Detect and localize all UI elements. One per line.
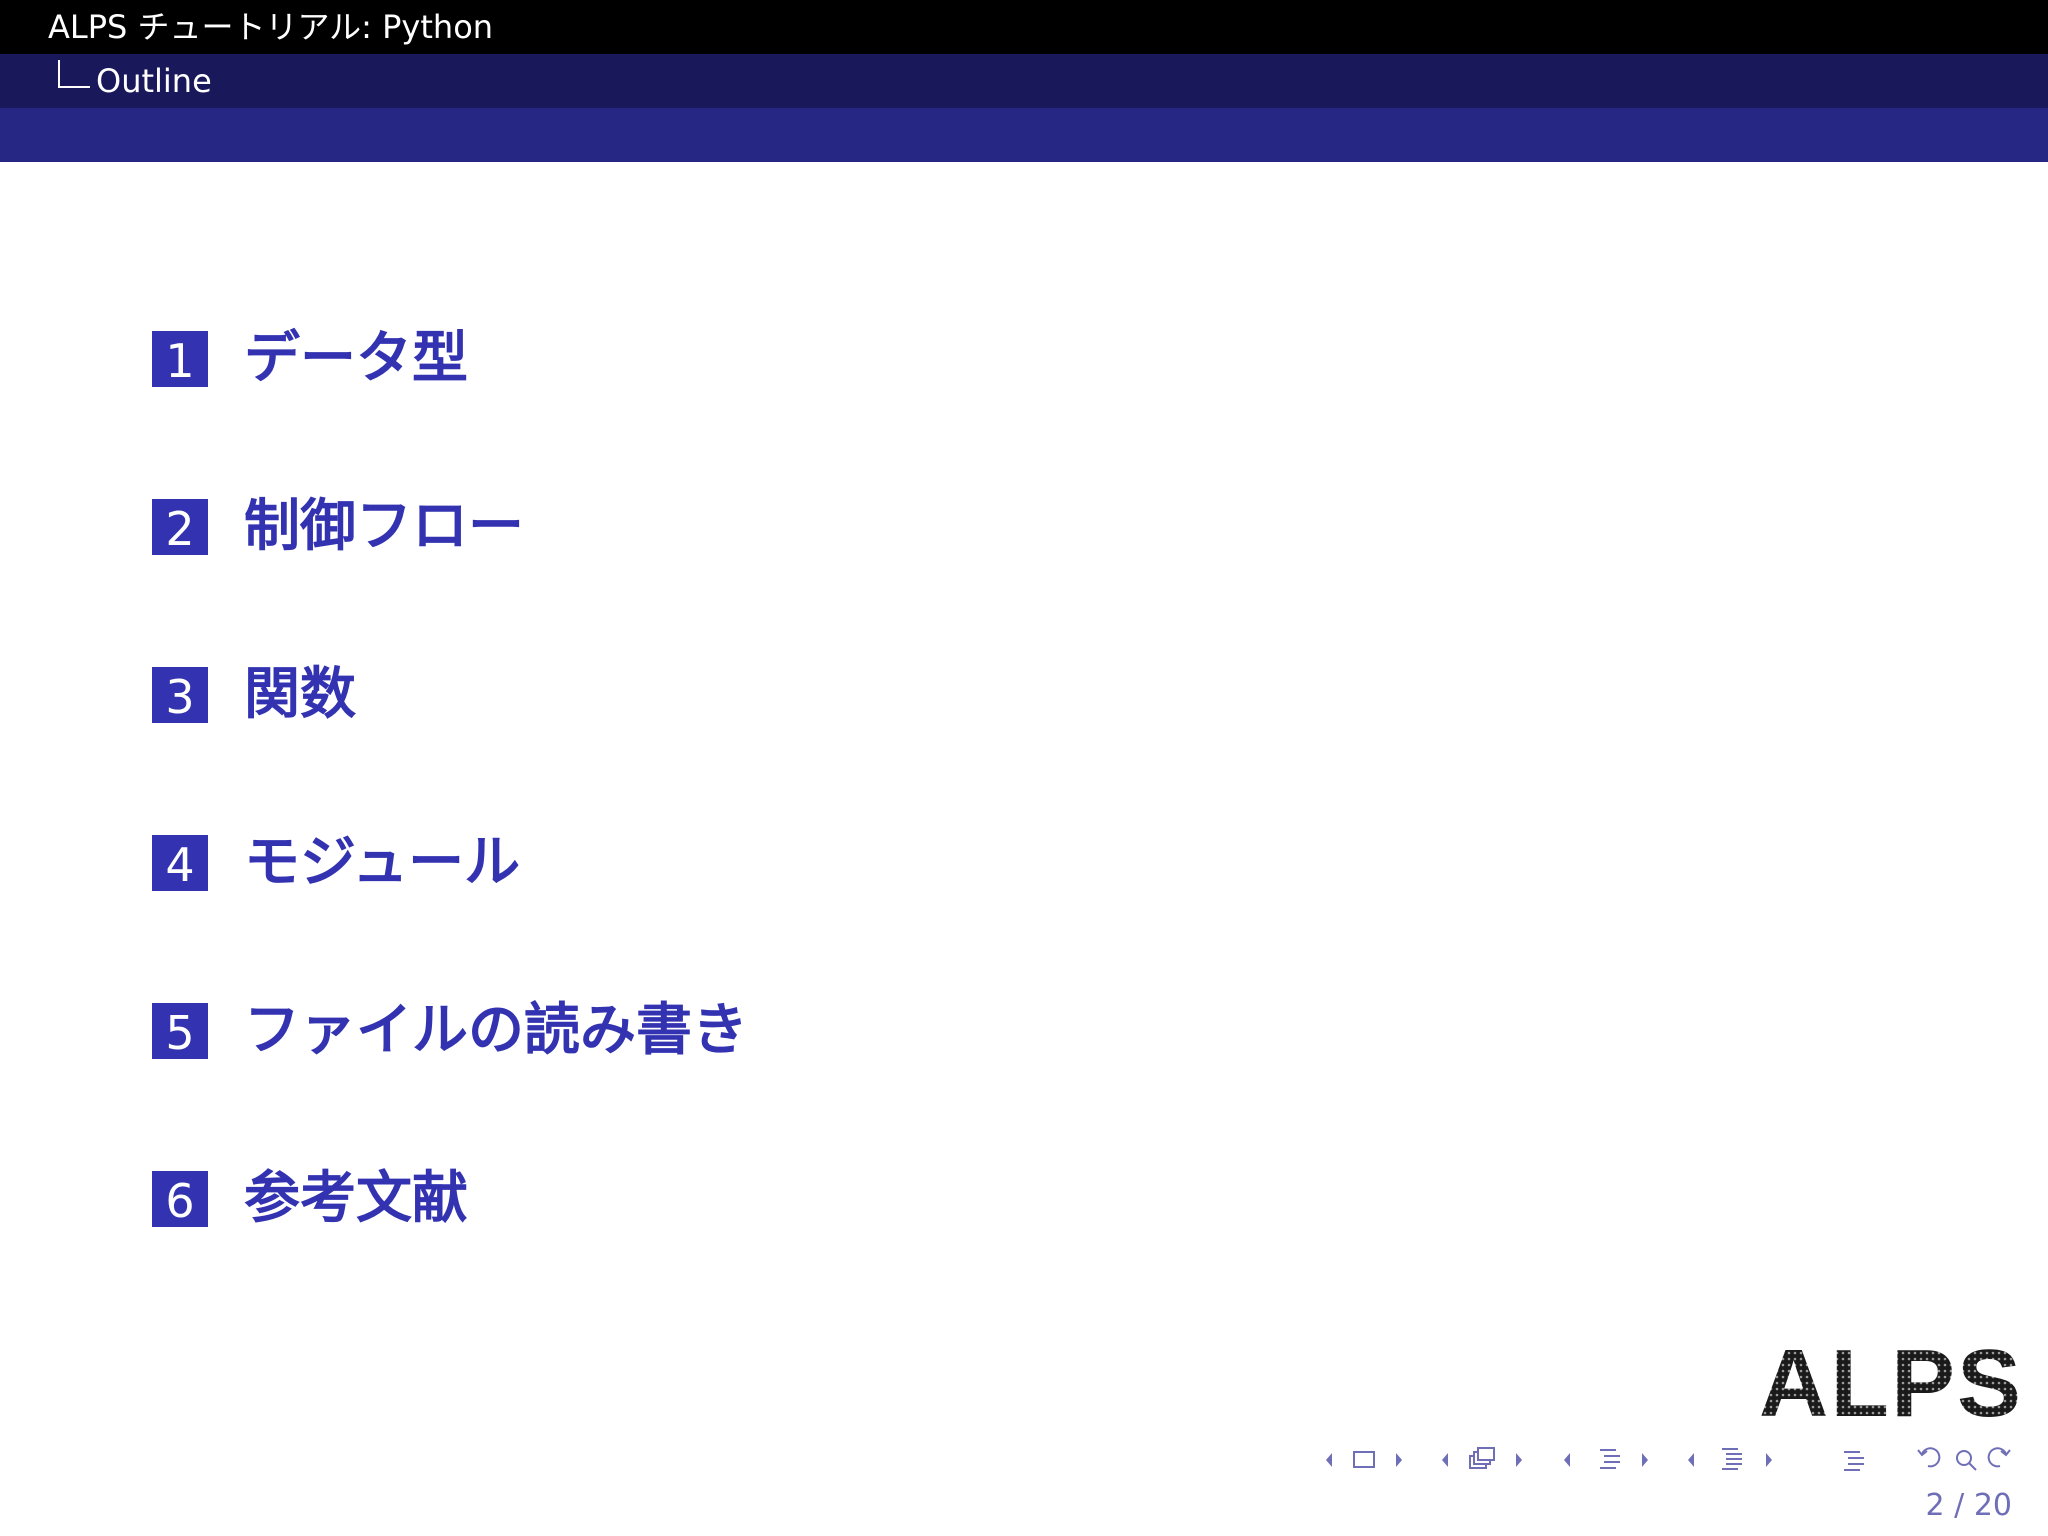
document-icon[interactable] [1722,1448,1742,1470]
toc-item-number: 2 [152,499,208,556]
toc-item-label[interactable]: モジュール [244,834,520,892]
toc-item-label[interactable]: データ型 [244,330,468,388]
nav-right-arrow-icon[interactable] [1642,1453,1648,1467]
presentation-title-bar: ALPS チュートリアル: Python [0,0,2048,54]
section-title: Outline [96,62,212,100]
toc-item-label[interactable]: 制御フロー [244,498,524,556]
toc-item-number: 4 [152,835,208,892]
nav-left-arrow-icon[interactable] [1326,1453,1332,1467]
nav-left-arrow-icon[interactable] [1442,1453,1448,1467]
toc-item-label[interactable]: ファイルの読み書き [244,1002,748,1060]
alps-logo: ALPS [1759,1338,2023,1422]
frame-icon[interactable] [1353,1451,1375,1468]
toc-item[interactable]: 1 データ型 [152,330,748,388]
toc-item[interactable]: 2 制御フロー [152,498,748,556]
search-icon[interactable] [1956,1450,1977,1471]
appendix-icon[interactable] [1844,1451,1864,1471]
nav-right-arrow-icon[interactable] [1396,1453,1402,1467]
back-icon[interactable] [1917,1447,1941,1468]
logo-text: ALPS [1759,1338,2023,1422]
forward-icon[interactable] [1987,1447,2011,1468]
subsection-icon[interactable] [1469,1447,1495,1469]
toc-item-number: 6 [152,1171,208,1228]
header-band [0,108,2048,162]
section-icon[interactable] [1600,1449,1620,1469]
toc-item-label[interactable]: 参考文献 [244,1170,468,1228]
toc-item[interactable]: 3 関数 [152,666,748,724]
navigation-symbols [1326,1447,2011,1471]
toc-item[interactable]: 4 モジュール [152,834,748,892]
table-of-contents: 1 データ型 2 制御フロー 3 関数 4 モジュール 5 ファイルの読み書き … [152,330,748,1338]
tree-branch-icon [58,60,90,88]
page-counter: 2 / 20 [1925,1488,2012,1523]
toc-item[interactable]: 6 参考文献 [152,1170,748,1228]
nav-right-arrow-icon[interactable] [1766,1453,1772,1467]
toc-item-label[interactable]: 関数 [244,666,356,724]
section-title-bar: Outline [0,54,2048,108]
nav-right-arrow-icon[interactable] [1516,1453,1522,1467]
toc-item-number: 1 [152,331,208,388]
presentation-title: ALPS チュートリアル: Python [48,8,494,46]
nav-left-arrow-icon[interactable] [1564,1453,1570,1467]
toc-item[interactable]: 5 ファイルの読み書き [152,1002,748,1060]
beamer-navigation-bar [1316,1442,2036,1478]
toc-item-number: 5 [152,1003,208,1060]
slide: ALPS チュートリアル: Python Outline 1 データ型 2 制御… [0,0,2048,1536]
toc-item-number: 3 [152,667,208,724]
nav-left-arrow-icon[interactable] [1688,1453,1694,1467]
